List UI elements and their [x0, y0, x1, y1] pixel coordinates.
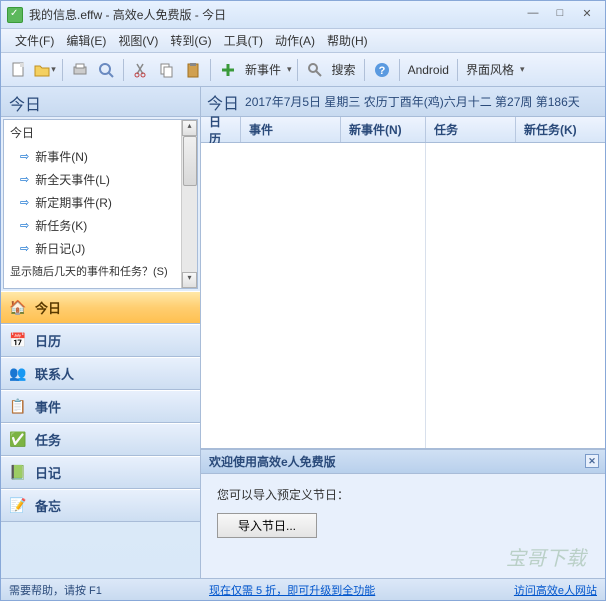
welcome-header: 欢迎使用高效e人免费版 ✕ [201, 450, 605, 474]
titlebar: 我的信息.effw - 高效e人免费版 - 今日 — □ ✕ [1, 1, 605, 29]
menu-help[interactable]: 帮助(H) [321, 30, 374, 51]
add-icon[interactable] [216, 58, 240, 82]
skin-button[interactable]: 界面风格 [463, 61, 517, 78]
print-icon[interactable] [68, 58, 92, 82]
content-area: 今日 2017年7月5日 星期三 农历丁酉年(鸡)六月十二 第27周 第186天… [201, 87, 605, 578]
scroll-down-icon[interactable]: ▾ [182, 272, 197, 288]
sidebar-tree: 今日 ⇨新事件(N) ⇨新全天事件(L) ⇨新定期事件(R) ⇨新任务(K) ⇨… [3, 119, 198, 289]
toolbar: ▾ 新事件▾ 搜索 ? Android 界面风格▾ [1, 53, 605, 87]
nav-contacts[interactable]: 👥联系人 [1, 357, 200, 390]
menubar: 文件(F) 编辑(E) 视图(V) 转到(G) 工具(T) 动作(A) 帮助(H… [1, 29, 605, 53]
col-task[interactable]: 任务 [426, 117, 516, 142]
tree-new-recurring-event[interactable]: ⇨新定期事件(R) [4, 191, 197, 214]
col-new-task[interactable]: 新任务(K) [516, 117, 605, 142]
content-title: 今日 [207, 90, 239, 114]
tree-new-diary[interactable]: ⇨新日记(J) [4, 237, 197, 260]
app-icon [7, 7, 23, 23]
help-icon[interactable]: ? [370, 58, 394, 82]
col-calendar[interactable]: 日历 [201, 117, 241, 142]
open-folder-icon[interactable]: ▾ [33, 58, 57, 82]
welcome-close-button[interactable]: ✕ [585, 454, 599, 468]
new-file-icon[interactable] [7, 58, 31, 82]
tree-new-event[interactable]: ⇨新事件(N) [4, 145, 197, 168]
preview-icon[interactable] [94, 58, 118, 82]
maximize-button[interactable]: □ [548, 7, 572, 23]
scroll-up-icon[interactable]: ▴ [182, 120, 197, 136]
scrollbar[interactable]: ▴ ▾ [181, 120, 197, 288]
status-promo-link[interactable]: 现在仅需 5 折，即可升级到全功能 [209, 582, 504, 598]
menu-edit[interactable]: 编辑(E) [60, 30, 112, 51]
menu-action[interactable]: 动作(A) [269, 30, 321, 51]
events-icon: 📋 [9, 398, 27, 416]
sidebar-header: 今日 [1, 87, 200, 117]
nav-diary[interactable]: 📗日记 [1, 456, 200, 489]
tree-new-task[interactable]: ⇨新任务(K) [4, 214, 197, 237]
status-help: 需要帮助，请按 F1 [9, 582, 209, 598]
tree-show-upcoming[interactable]: 显示随后几天的事件和任务？(S) [4, 260, 197, 282]
paste-icon[interactable] [181, 58, 205, 82]
welcome-text: 您可以导入预定义节日： [217, 486, 589, 503]
arrow-icon: ⇨ [20, 196, 29, 209]
scroll-thumb[interactable] [183, 136, 197, 186]
contacts-icon: 👥 [9, 365, 27, 383]
cut-icon[interactable] [129, 58, 153, 82]
arrow-icon: ⇨ [20, 242, 29, 255]
col-new-event[interactable]: 新事件(N) [341, 117, 426, 142]
tree-root[interactable]: 今日 [4, 120, 197, 145]
menu-file[interactable]: 文件(F) [9, 30, 60, 51]
nav-today[interactable]: 🏠今日 [1, 291, 200, 324]
search-icon[interactable] [303, 58, 327, 82]
nav-tasks[interactable]: ✅任务 [1, 423, 200, 456]
calendar-icon: 📅 [9, 332, 27, 350]
tasks-icon: ✅ [9, 431, 27, 449]
menu-view[interactable]: 视图(V) [112, 30, 164, 51]
status-website-link[interactable]: 访问高效e人网站 [514, 582, 597, 598]
welcome-panel: 欢迎使用高效e人免费版 ✕ 您可以导入预定义节日： 导入节日... [201, 449, 605, 578]
statusbar: 需要帮助，请按 F1 现在仅需 5 折，即可升级到全功能 访问高效e人网站 [1, 578, 605, 600]
tree-new-allday-event[interactable]: ⇨新全天事件(L) [4, 168, 197, 191]
column-headers: 日历 事件 新事件(N) 任务 新任务(K) [201, 117, 605, 143]
nav-calendar[interactable]: 📅日历 [1, 324, 200, 357]
tasks-column [426, 143, 605, 448]
copy-icon[interactable] [155, 58, 179, 82]
content-header: 今日 2017年7月5日 星期三 农历丁酉年(鸡)六月十二 第27周 第186天 [201, 87, 605, 117]
window-title: 我的信息.effw - 高效e人免费版 - 今日 [29, 6, 521, 23]
content-date: 2017年7月5日 星期三 农历丁酉年(鸡)六月十二 第27周 第186天 [245, 93, 580, 110]
events-column [201, 143, 426, 448]
svg-text:?: ? [378, 65, 385, 77]
diary-icon: 📗 [9, 464, 27, 482]
new-event-button[interactable]: 新事件 [242, 61, 284, 78]
android-button[interactable]: Android [405, 63, 452, 77]
nav-memo[interactable]: 📝备忘 [1, 489, 200, 522]
col-event[interactable]: 事件 [241, 117, 341, 142]
arrow-icon: ⇨ [20, 173, 29, 186]
import-holidays-button[interactable]: 导入节日... [217, 513, 317, 538]
menu-tools[interactable]: 工具(T) [218, 30, 269, 51]
search-button[interactable]: 搜索 [329, 61, 359, 78]
minimize-button[interactable]: — [521, 7, 545, 23]
sidebar: 今日 今日 ⇨新事件(N) ⇨新全天事件(L) ⇨新定期事件(R) ⇨新任务(K… [1, 87, 201, 578]
home-icon: 🏠 [9, 299, 27, 317]
nav-panel: 🏠今日 📅日历 👥联系人 📋事件 ✅任务 📗日记 📝备忘 [1, 291, 200, 578]
nav-events[interactable]: 📋事件 [1, 390, 200, 423]
memo-icon: 📝 [9, 497, 27, 515]
close-button[interactable]: ✕ [575, 7, 599, 23]
arrow-icon: ⇨ [20, 219, 29, 232]
menu-goto[interactable]: 转到(G) [164, 30, 217, 51]
grid-area [201, 143, 605, 449]
arrow-icon: ⇨ [20, 150, 29, 163]
